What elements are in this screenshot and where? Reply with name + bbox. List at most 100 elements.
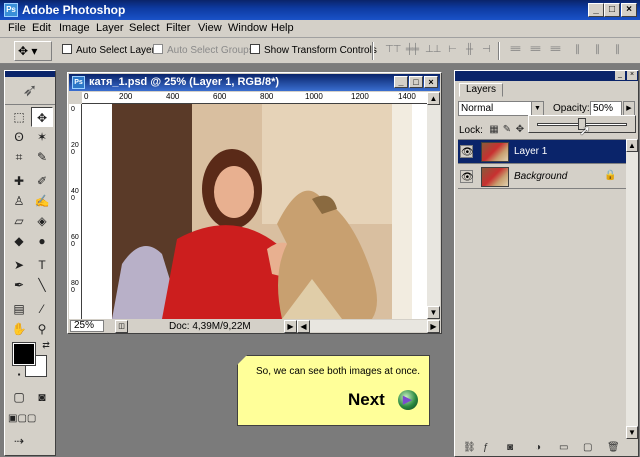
menu-file[interactable]: File (8, 22, 26, 34)
foreground-color-swatch[interactable] (12, 342, 36, 366)
paint-bucket-tool-icon[interactable]: ◈ (31, 211, 53, 231)
scroll-down-icon[interactable]: ▼ (626, 426, 638, 439)
default-colors-icon[interactable]: ▪ (8, 365, 30, 385)
eye-icon[interactable]: 👁 (460, 170, 474, 183)
brush-tool-icon[interactable]: ✐ (31, 171, 53, 191)
standard-mode-icon[interactable]: ▢ (8, 387, 30, 407)
align-top-icon[interactable]: ⊤⊤ (385, 44, 401, 56)
menu-select[interactable]: Select (129, 22, 160, 34)
next-button[interactable]: Next (348, 387, 422, 413)
ruler-label: 800 (260, 92, 274, 101)
menu-image[interactable]: Image (59, 22, 90, 34)
lasso-tool-icon[interactable]: ʘ (8, 127, 30, 147)
notes-tool-icon[interactable]: ▤ (8, 299, 30, 319)
zoom-field[interactable]: 25% (70, 320, 104, 332)
path-selection-tool-icon[interactable]: ➤ (8, 255, 30, 275)
eye-icon[interactable]: 👁 (460, 145, 474, 158)
close-button[interactable]: × (621, 3, 637, 17)
delete-layer-icon[interactable]: 🗑 (607, 442, 620, 453)
align-right-icon[interactable]: ⊣ (479, 44, 493, 56)
scroll-up-icon[interactable]: ▲ (626, 139, 638, 152)
menu-layer[interactable]: Layer (96, 22, 124, 34)
scroll-right-icon[interactable]: ▶ (427, 320, 440, 333)
menu-window[interactable]: Window (228, 22, 267, 34)
opacity-arrow-icon[interactable]: ▶ (623, 101, 635, 116)
line-tool-icon[interactable]: ╲ (31, 275, 53, 295)
lock-transparency-icon[interactable]: ▦ (488, 124, 500, 135)
jump-to-imageready-icon[interactable]: ⇢ (8, 431, 30, 451)
layer-row-background[interactable]: 👁 Background 🔒 (458, 165, 626, 189)
layer-thumbnail (481, 167, 509, 187)
status-menu-icon[interactable]: ◫ (115, 320, 128, 333)
new-group-icon[interactable]: ▭ (559, 442, 568, 453)
dodge-tool-icon[interactable]: ● (31, 231, 53, 251)
menu-view[interactable]: View (198, 22, 222, 34)
tab-layers[interactable]: Layers (459, 83, 503, 97)
link-layers-icon[interactable]: ⛓ (463, 442, 476, 453)
doc-maximize-button[interactable]: □ (409, 76, 423, 88)
healing-brush-tool-icon[interactable]: ✚ (8, 171, 30, 191)
align-vcenter-icon[interactable]: ╪╪ (405, 44, 419, 56)
slice-tool-icon[interactable]: ✎ (31, 147, 53, 167)
lock-paint-icon[interactable]: ✎ (501, 124, 513, 135)
maximize-button[interactable]: □ (604, 3, 620, 17)
tool-preset-picker[interactable]: ✥ ▾ (14, 41, 52, 61)
history-brush-tool-icon[interactable]: ✍ (31, 191, 53, 211)
scroll-up-icon[interactable]: ▲ (427, 92, 440, 105)
distribute-hcenter-icon[interactable]: ∥ (590, 44, 604, 56)
ruler-label: 1200 (351, 92, 369, 101)
blend-mode-select[interactable]: Normal ▼ (458, 101, 544, 116)
distribute-left-icon[interactable]: ∥ (570, 44, 584, 56)
align-left-icon[interactable]: ⊢ (445, 44, 459, 56)
clone-stamp-tool-icon[interactable]: ♙ (8, 191, 30, 211)
align-bottom-icon[interactable]: ⊥⊥ (425, 44, 441, 56)
doc-close-button[interactable]: × (424, 76, 438, 88)
adjustment-layer-icon[interactable]: ◑ (535, 442, 541, 453)
document-horizontal-scrollbar[interactable]: ◀ ▶ (297, 320, 440, 333)
distribute-top-icon[interactable]: ≡≡ (508, 44, 522, 56)
blur-tool-icon[interactable]: ◆ (8, 231, 30, 251)
move-tool-icon[interactable]: ✥ (31, 107, 53, 127)
distribute-bottom-icon[interactable]: ≡≡ (548, 44, 562, 56)
feather-logo-icon[interactable]: ➶ (5, 77, 55, 105)
distribute-vcenter-icon[interactable]: ≡≡ (528, 44, 542, 56)
show-transform-controls-checkbox[interactable]: Show Transform Controls (250, 44, 377, 56)
scroll-down-icon[interactable]: ▼ (427, 306, 440, 319)
panel-close-icon[interactable]: × (627, 71, 637, 80)
app-titlebar: Ps Adobe Photoshop _ □ × (0, 0, 640, 20)
image-canvas[interactable] (82, 104, 427, 319)
eyedropper-tool-icon[interactable]: ⁄ (31, 299, 53, 319)
align-hcenter-icon[interactable]: ╫ (462, 44, 476, 56)
magic-wand-tool-icon[interactable]: ✶ (31, 127, 53, 147)
marquee-tool-icon[interactable]: ⬚ (8, 107, 30, 127)
lock-position-icon[interactable]: ✥ (514, 124, 526, 135)
opacity-input[interactable]: 50% (590, 101, 622, 116)
document-vertical-scrollbar[interactable]: ▲ ▼ (427, 92, 440, 319)
screen-mode-icon[interactable]: ▣▢▢ (8, 409, 36, 429)
type-tool-icon[interactable]: T (31, 255, 53, 275)
document-window: Ps катя_1.psd @ 25% (Layer 1, RGB/8*) _ … (67, 72, 442, 334)
hand-tool-icon[interactable]: ✋ (8, 319, 30, 339)
auto-select-layer-checkbox[interactable]: Auto Select Layer (62, 44, 155, 56)
tutorial-note-text: So, we can see both images at once. (256, 366, 420, 377)
crop-tool-icon[interactable]: ⌗ (8, 147, 30, 167)
doc-minimize-button[interactable]: _ (394, 76, 408, 88)
distribute-right-icon[interactable]: ∥ (610, 44, 624, 56)
layer-style-icon[interactable]: ƒ (483, 442, 489, 453)
layers-scrollbar[interactable]: ▲ ▼ (626, 139, 638, 439)
layer-row-layer1[interactable]: 👁 Layer 1 (458, 140, 626, 164)
menu-filter[interactable]: Filter (166, 22, 190, 34)
status-arrow-icon[interactable]: ▶ (284, 320, 297, 333)
menu-edit[interactable]: Edit (32, 22, 51, 34)
panel-minimize-icon[interactable]: _ (615, 71, 625, 80)
scroll-left-icon[interactable]: ◀ (297, 320, 310, 333)
new-layer-icon[interactable]: ▢ (583, 442, 592, 453)
quick-mask-mode-icon[interactable]: ◙ (31, 387, 53, 407)
checkbox-box (62, 44, 72, 54)
minimize-button[interactable]: _ (588, 3, 604, 17)
swap-colors-icon[interactable]: ⇄ (35, 335, 57, 355)
eraser-tool-icon[interactable]: ▱ (8, 211, 30, 231)
menu-help[interactable]: Help (271, 22, 294, 34)
pen-tool-icon[interactable]: ✒ (8, 275, 30, 295)
layer-mask-icon[interactable]: ◙ (507, 442, 513, 453)
